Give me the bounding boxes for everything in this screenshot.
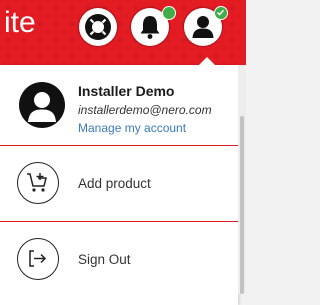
user-name: Installer Demo xyxy=(78,83,175,99)
avatar xyxy=(19,82,65,128)
scrollbar-thumb[interactable] xyxy=(240,116,244,294)
check-icon xyxy=(216,9,225,16)
dropdown-caret xyxy=(197,57,217,67)
add-product-item[interactable]: Add product xyxy=(0,154,238,214)
user-email: installerdemo@nero.com xyxy=(78,103,212,117)
divider xyxy=(0,221,238,222)
help-button[interactable] xyxy=(79,8,117,46)
sign-out-label: Sign Out xyxy=(78,252,131,267)
cart-add-icon xyxy=(17,162,59,204)
add-product-label: Add product xyxy=(78,176,151,191)
manage-account-link[interactable]: Manage my account xyxy=(78,121,186,135)
divider xyxy=(0,145,238,146)
sign-out-icon xyxy=(17,238,59,280)
notification-status-dot xyxy=(162,6,176,20)
sign-out-item[interactable]: Sign Out xyxy=(0,230,238,290)
user-silhouette-icon xyxy=(28,92,56,122)
lifebuoy-icon xyxy=(85,14,111,40)
brand-text: ite xyxy=(4,6,36,39)
user-status-badge xyxy=(214,6,228,20)
